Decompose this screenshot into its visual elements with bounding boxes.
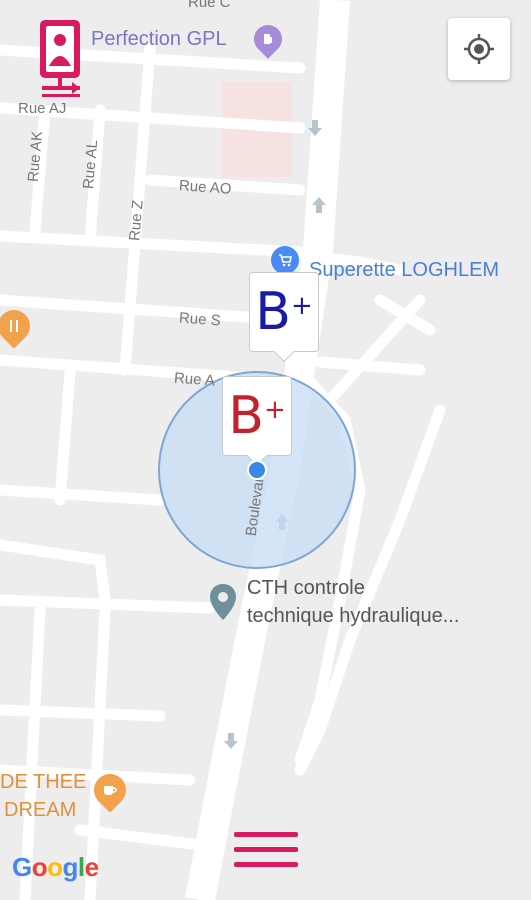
marker-red-label: B+ — [228, 386, 286, 446]
poi-label-perfection-gpl[interactable]: Perfection GPL — [91, 25, 227, 53]
street-label-rue-a: Rue A — [173, 369, 216, 390]
poi-label-superette[interactable]: Superette LOGHLEM — [309, 256, 499, 284]
my-location-button[interactable] — [448, 18, 510, 80]
blood-donor-app-icon[interactable] — [38, 18, 84, 100]
current-location-dot — [247, 460, 267, 480]
street-label-rue-c: Rue C — [188, 0, 231, 11]
my-location-icon — [464, 34, 494, 64]
street-label-rue-s: Rue S — [178, 309, 222, 330]
donor-marker-red[interactable]: B+ — [222, 376, 292, 467]
poi-label-cafe-line2[interactable]: DREAM — [4, 796, 76, 824]
poi-label-cth-line2[interactable]: technique hydraulique... — [247, 602, 459, 630]
menu-button[interactable] — [232, 828, 300, 872]
marker-blue-label: B+ — [255, 282, 313, 342]
poi-label-cafe-line1[interactable]: DE THEE — [0, 768, 86, 796]
poi-label-cth-line1[interactable]: CTH controle — [247, 574, 365, 602]
donor-marker-blue[interactable]: B+ — [249, 272, 319, 363]
street-label-rue-z: Rue Z — [126, 199, 147, 242]
street-label-rue-ao: Rue AO — [178, 177, 233, 198]
location-pin-icon[interactable] — [208, 582, 238, 627]
google-logo: Google — [12, 852, 99, 882]
street-label-rue-aj: Rue AJ — [18, 100, 67, 117]
hamburger-menu-icon — [234, 832, 298, 867]
